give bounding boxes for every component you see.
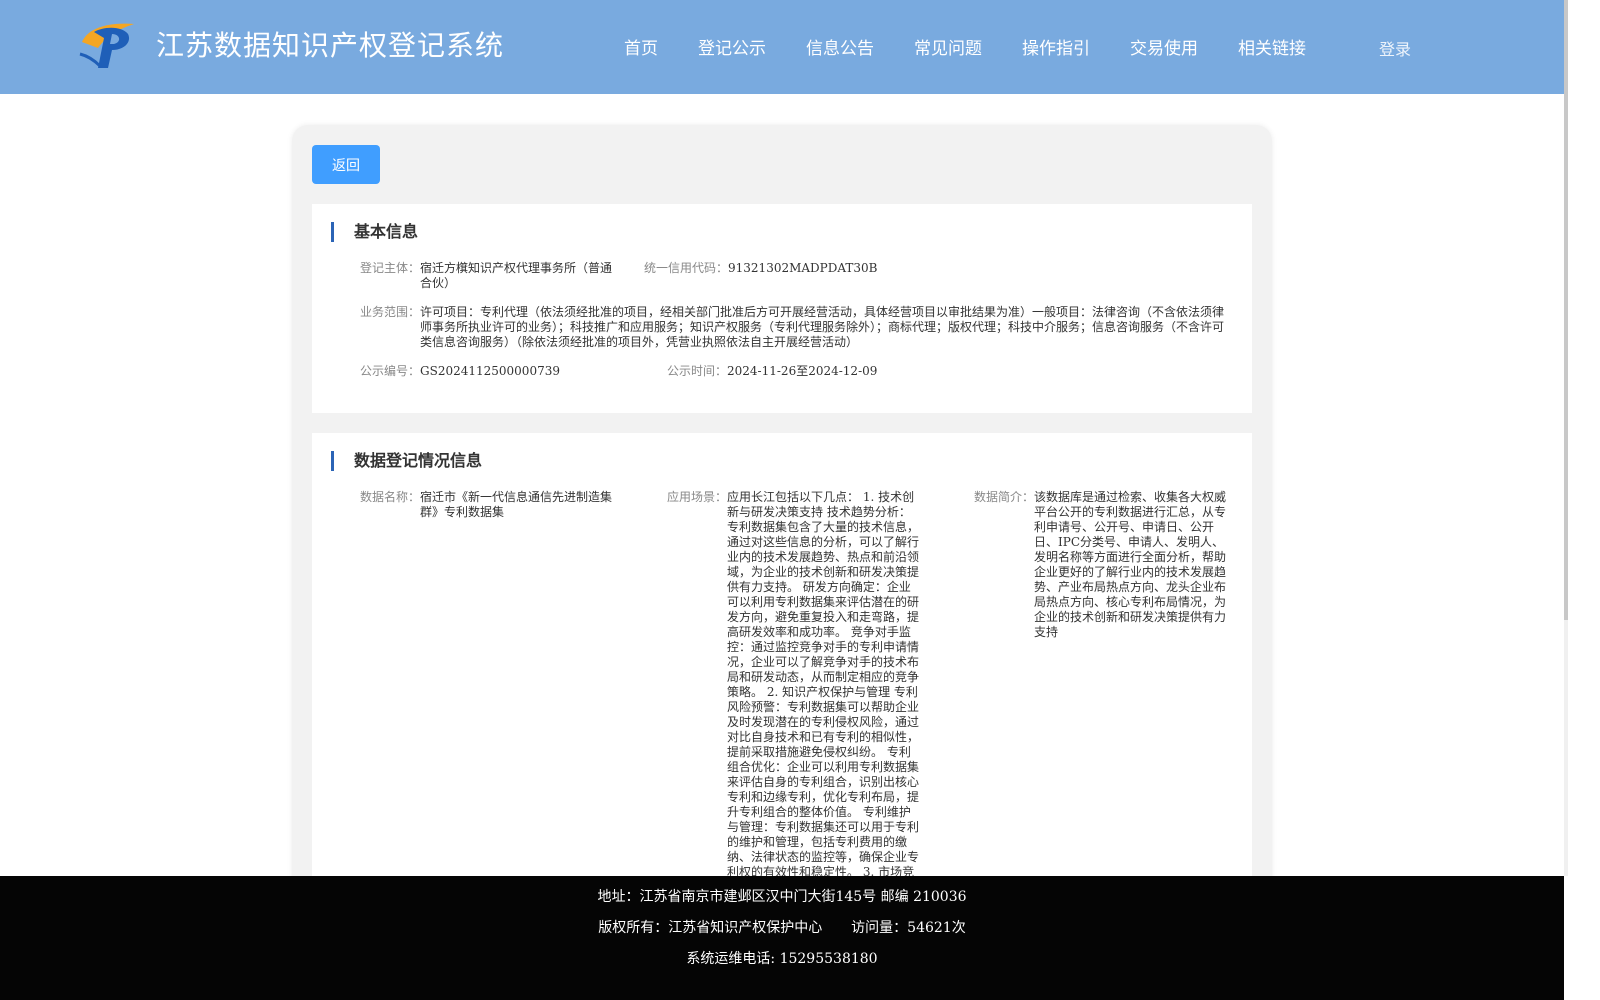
data-name-value: 宿迁市《新一代信息通信先进制造集群》专利数据集 <box>420 490 613 519</box>
registrant-value: 宿迁方檱知识产权代理事务所（普通合伙） <box>420 261 613 290</box>
business-scope-value: 许可项目：专利代理（依法须经批准的项目，经相关部门批准后方可开展经营活动，具体经… <box>420 305 1225 349</box>
application-scenario-value: 应用长江包括以下几点： 1. 技术创新与研发决策支持 技术趋势分析：专利数据集包… <box>727 490 920 894</box>
notice-time-label: 公示时间： <box>667 364 728 378</box>
registrant-field: 登记主体： 宿迁方檱知识产权代理事务所（普通合伙） <box>360 261 620 291</box>
nav-related-links[interactable]: 相关链接 <box>1238 34 1306 59</box>
site-footer: 地址：江苏省南京市建邺区汉中门大街145号 邮编 210036 版权所有：江苏省… <box>0 876 1564 1000</box>
footer-copyright-line: 版权所有：江苏省知识产权保护中心 访问量：54621次 <box>0 917 1564 937</box>
notice-time-value: 2024-11-26至2024-12-09 <box>727 364 878 378</box>
credit-code-field: 统一信用代码： 91321302MADPDAT30B <box>644 261 944 276</box>
registrant-label: 登记主体： <box>360 261 421 275</box>
business-scope-label: 业务范围： <box>360 305 421 319</box>
footer-phone: 系统运维电话: 15295538180 <box>686 951 878 967</box>
data-name-field: 数据名称： 宿迁市《新一代信息通信先进制造集群》专利数据集 <box>360 490 620 520</box>
basic-info-card: 基本信息 登记主体： 宿迁方檱知识产权代理事务所（普通合伙） 统一信用代码： 9… <box>312 204 1252 413</box>
detail-container: 返回 基本信息 登记主体： 宿迁方檱知识产权代理事务所（普通合伙） 统一信用代码… <box>292 125 1272 913</box>
notice-no-value: GS2024112500000739 <box>420 364 560 378</box>
application-scenario-field: 应用场景： 应用长江包括以下几点： 1. 技术创新与研发决策支持 技术趋势分析：… <box>667 490 920 895</box>
data-registration-card: 数据登记情况信息 数据名称： 宿迁市《新一代信息通信先进制造集群》专利数据集 应… <box>312 433 1252 913</box>
nav-trade-use[interactable]: 交易使用 <box>1130 34 1198 59</box>
application-scenario-label: 应用场景： <box>667 490 728 504</box>
login-link[interactable]: 登录 <box>1379 36 1411 60</box>
nav-home[interactable]: 首页 <box>624 34 658 59</box>
back-button[interactable]: 返回 <box>312 145 380 184</box>
main-nav: 首页 登记公示 信息公告 常见问题 操作指引 交易使用 相关链接 <box>624 34 1346 59</box>
site-title: 江苏数据知识产权登记系统 <box>156 29 505 62</box>
credit-code-value: 91321302MADPDAT30B <box>728 261 878 275</box>
footer-copyright: 版权所有：江苏省知识产权保护中心 <box>598 920 823 936</box>
data-summary-value: 该数据库是通过检索、收集各大权威平台公开的专利数据进行汇总，从专利申请号、公开号… <box>1034 490 1227 639</box>
notice-no-label: 公示编号： <box>360 364 421 378</box>
nav-faq[interactable]: 常见问题 <box>914 34 982 59</box>
data-summary-field: 数据简介： 该数据库是通过检索、收集各大权威平台公开的专利数据进行汇总，从专利申… <box>974 490 1230 640</box>
credit-code-label: 统一信用代码： <box>644 261 729 275</box>
notice-time-field: 公示时间： 2024-11-26至2024-12-09 <box>667 364 967 379</box>
business-scope-field: 业务范围： 许可项目：专利代理（依法须经批准的项目，经相关部门批准后方可开展经营… <box>360 305 1233 350</box>
data-name-label: 数据名称： <box>360 490 421 504</box>
nav-info-announcement[interactable]: 信息公告 <box>806 34 874 59</box>
footer-visits: 访问量：54621次 <box>851 920 966 936</box>
scrollbar-thumb[interactable] <box>1564 0 1568 620</box>
data-registration-title: 数据登记情况信息 <box>331 451 482 471</box>
logo-icon <box>79 23 134 68</box>
data-summary-label: 数据简介： <box>974 490 1035 504</box>
basic-info-title: 基本信息 <box>331 222 418 242</box>
nav-registration-notice[interactable]: 登记公示 <box>698 34 766 59</box>
notice-no-field: 公示编号： GS2024112500000739 <box>360 364 660 379</box>
nav-guide[interactable]: 操作指引 <box>1022 34 1090 59</box>
footer-address: 地址：江苏省南京市建邺区汉中门大街145号 邮编 210036 <box>597 889 967 905</box>
top-header: 江苏数据知识产权登记系统 首页 登记公示 信息公告 常见问题 操作指引 交易使用… <box>0 0 1564 94</box>
